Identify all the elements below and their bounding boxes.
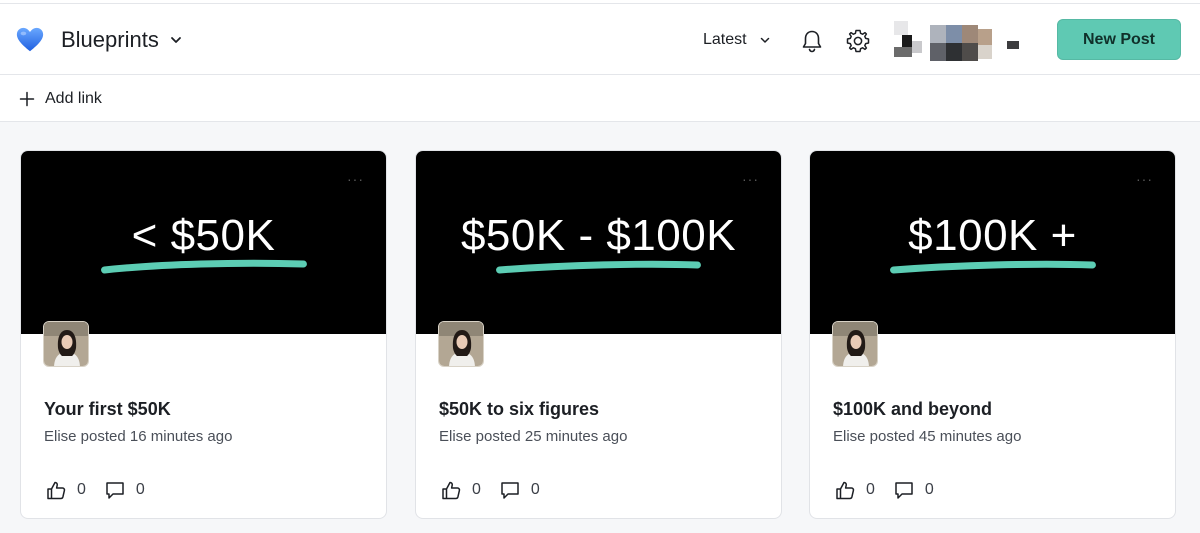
space-title: Blueprints <box>61 27 159 52</box>
posts-grid: ··· < $50K Your first $50K Elise posted … <box>0 122 1200 533</box>
chevron-down-icon <box>170 37 181 43</box>
like-count: 0 <box>77 481 86 498</box>
blue-heart-icon <box>16 27 44 52</box>
post-card[interactable]: ··· < $50K Your first $50K Elise posted … <box>20 150 387 519</box>
comment-count: 0 <box>135 481 145 498</box>
plus-icon <box>19 91 35 106</box>
gear-icon[interactable] <box>845 28 871 54</box>
comment-count: 0 <box>530 481 540 498</box>
author-avatar[interactable] <box>43 321 89 367</box>
more-options-icon[interactable]: ··· <box>1136 171 1153 187</box>
like-icon[interactable] <box>440 479 462 501</box>
post-title[interactable]: $100K and beyond <box>833 399 992 420</box>
link-bar: Add link <box>0 75 1200 122</box>
underline-swoosh <box>101 259 307 274</box>
author-avatar[interactable] <box>438 321 484 367</box>
comment-icon[interactable] <box>499 479 521 501</box>
post-meta: Elise posted 45 minutes ago <box>833 428 1022 445</box>
add-link-label: Add link <box>45 89 102 107</box>
post-meta: Elise posted 16 minutes ago <box>44 428 233 445</box>
user-profile-avatar[interactable] <box>890 17 1034 67</box>
author-avatar[interactable] <box>832 321 878 367</box>
space-switcher[interactable]: Blueprints <box>15 4 183 76</box>
like-icon[interactable] <box>45 479 67 501</box>
underline-swoosh <box>890 260 1096 274</box>
chevron-down-icon <box>760 37 769 43</box>
post-cover-image[interactable]: ··· < $50K <box>21 151 386 334</box>
comment-icon[interactable] <box>104 479 126 501</box>
post-actions: 0 0 <box>45 479 163 501</box>
add-link-button[interactable]: Add link <box>19 75 102 122</box>
more-options-icon[interactable]: ··· <box>742 171 759 187</box>
comment-icon[interactable] <box>893 479 915 501</box>
post-cover-image[interactable]: ··· $100K + <box>810 151 1175 334</box>
post-cover-image[interactable]: ··· $50K - $100K <box>416 151 781 334</box>
more-options-icon[interactable]: ··· <box>347 171 364 187</box>
like-icon[interactable] <box>834 479 856 501</box>
post-actions: 0 0 <box>834 479 952 501</box>
bell-icon[interactable] <box>799 28 825 54</box>
post-title[interactable]: $50K to six figures <box>439 399 599 420</box>
post-title[interactable]: Your first $50K <box>44 399 171 420</box>
underline-swoosh <box>496 260 701 274</box>
sort-dropdown[interactable]: Latest <box>703 4 771 76</box>
like-count: 0 <box>866 481 875 498</box>
top-bar: Blueprints Latest New Post <box>0 3 1200 75</box>
comment-count: 0 <box>924 481 934 498</box>
post-meta: Elise posted 25 minutes ago <box>439 428 628 445</box>
like-count: 0 <box>472 481 481 498</box>
post-actions: 0 0 <box>440 479 558 501</box>
sort-label: Latest <box>703 31 747 48</box>
new-post-button[interactable]: New Post <box>1057 19 1181 60</box>
post-card[interactable]: ··· $50K - $100K $50K to six figures Eli… <box>415 150 782 519</box>
post-card[interactable]: ··· $100K + $100K and beyond Elise poste… <box>809 150 1176 519</box>
